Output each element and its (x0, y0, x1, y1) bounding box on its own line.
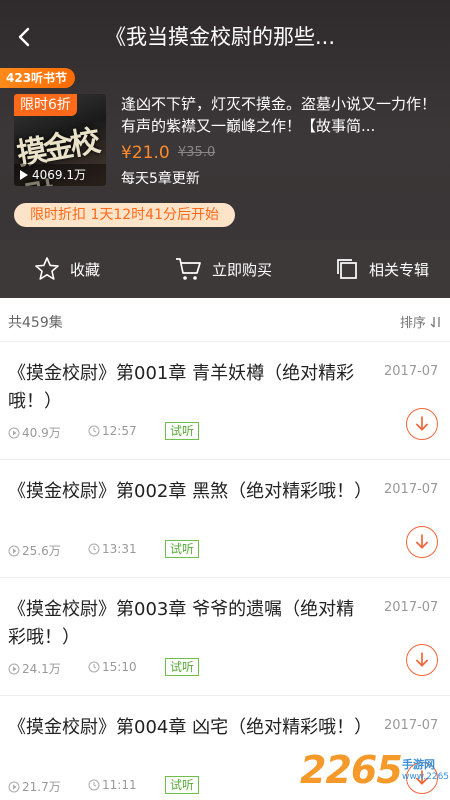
trial-badge: 试听 (165, 776, 200, 794)
episode-duration: 12:57 (88, 424, 137, 438)
episode-plays: 40.9万 (8, 424, 61, 441)
episode-date: 2017-07 (384, 482, 439, 497)
play-circle-icon (8, 663, 20, 674)
episode-plays: 25.6万 (8, 542, 61, 559)
episode-duration: 15:10 (88, 660, 137, 674)
episode-title: 《摸金校尉》第003章 爷爷的遗嘱（绝对精彩哦！） (8, 599, 355, 648)
episode-date: 2017-07 (384, 364, 439, 379)
album-stack-icon (337, 259, 357, 279)
original-price: ¥35.0 (178, 145, 216, 160)
action-bar: 收藏 立即购买 相关专辑 (0, 240, 450, 298)
episode-plays: 24.1万 (8, 660, 61, 677)
buy-now-button[interactable]: 立即购买 (174, 240, 272, 298)
buy-now-label: 立即购买 (212, 260, 273, 279)
episode-list-header: 共459集 排序 (0, 298, 450, 342)
current-price: ¥21.0 (121, 143, 170, 163)
clock-icon (88, 543, 100, 555)
play-circle-icon (8, 545, 20, 556)
album-cover[interactable]: 限时6折 摸金校尉 4069.1万 (14, 94, 106, 186)
clock-icon (88, 779, 100, 791)
page-title: 《我当摸金校尉的那些... (105, 25, 336, 49)
sort-icon (430, 317, 440, 328)
favorite-label: 收藏 (70, 260, 101, 279)
festival-badge: 423听书节 (0, 68, 76, 88)
site-watermark: 2265 手游网 www.2265.com (300, 742, 450, 800)
episode-duration: 11:11 (88, 778, 137, 792)
watermark-number: 2265 (300, 748, 403, 792)
episode-row[interactable]: 《摸金校尉》第002章 黑煞（绝对精彩哦！） 2017-07 25.6万 13:… (0, 460, 450, 578)
clock-icon (88, 425, 100, 437)
play-count-value: 4069.1万 (32, 168, 86, 182)
discount-countdown: 限时折扣 1天12时41分后开始 (14, 203, 235, 227)
related-albums-label: 相关专辑 (369, 260, 430, 279)
play-count: 4069.1万 (14, 164, 106, 186)
episode-plays: 21.7万 (8, 778, 61, 795)
download-icon[interactable] (406, 644, 438, 676)
episode-duration: 13:31 (88, 542, 137, 556)
trial-badge: 试听 (165, 422, 200, 440)
episode-count: 共459集 (8, 315, 63, 331)
related-albums-button[interactable]: 相关专辑 (335, 240, 429, 298)
episode-date: 2017-07 (384, 718, 439, 733)
episode-title: 《摸金校尉》第004章 凶宅（绝对精彩哦！） (8, 717, 373, 738)
update-info: 每天5章更新 (121, 171, 200, 187)
watermark-text: 手游网 (402, 758, 435, 771)
star-icon (35, 257, 59, 280)
sort-label: 排序 (399, 316, 426, 331)
cart-icon (176, 258, 201, 280)
album-header: 《我当摸金校尉的那些... 423听书节 限时6折 摸金校尉 4069.1万 逢… (0, 0, 450, 240)
play-icon (20, 170, 28, 180)
play-circle-icon (8, 781, 20, 792)
trial-badge: 试听 (165, 658, 200, 676)
episode-date: 2017-07 (384, 600, 439, 615)
episode-title: 《摸金校尉》第001章 青羊妖樽（绝对精彩哦！） (8, 363, 355, 412)
discount-tag: 限时6折 (14, 94, 77, 116)
download-icon[interactable] (406, 408, 438, 440)
play-circle-icon (8, 427, 20, 438)
watermark-url: www.2265.com (402, 772, 450, 782)
download-icon[interactable] (406, 526, 438, 558)
back-arrow-icon[interactable] (10, 22, 40, 52)
episode-row[interactable]: 《摸金校尉》第003章 爷爷的遗嘱（绝对精彩哦！） 2017-07 24.1万 … (0, 578, 450, 696)
album-description[interactable]: 逢凶不下铲，灯灭不摸金。盗墓小说又一力作！有声的紫襟又一巅峰之作！【故事简... (121, 93, 439, 137)
trial-badge: 试听 (165, 540, 200, 558)
episode-title: 《摸金校尉》第002章 黑煞（绝对精彩哦！） (8, 481, 373, 502)
sort-button[interactable]: 排序 (400, 312, 442, 331)
episode-row[interactable]: 《摸金校尉》第001章 青羊妖樽（绝对精彩哦！） 2017-07 40.9万 1… (0, 342, 450, 460)
favorite-button[interactable]: 收藏 (34, 240, 100, 298)
clock-icon (88, 661, 100, 673)
